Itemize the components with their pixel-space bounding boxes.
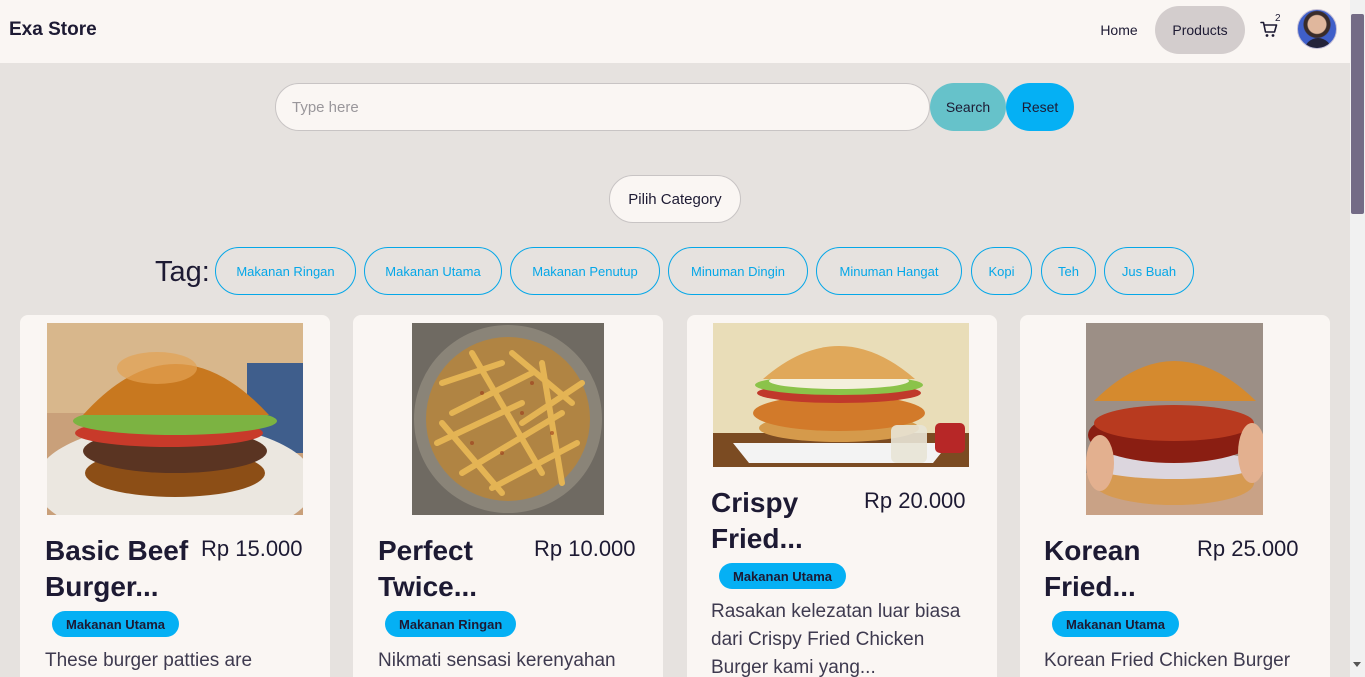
category-select-button[interactable]: Pilih Category [609, 175, 741, 223]
product-category-badge: Makanan Utama [719, 563, 846, 589]
product-description: Korean Fried Chicken Burger [1044, 650, 1291, 671]
cart-button[interactable]: 2 [1257, 13, 1285, 42]
tag-minuman-dingin[interactable]: Minuman Dingin [668, 247, 808, 295]
product-title[interactable]: Perfect Twice... [378, 533, 528, 605]
nav-home-link[interactable]: Home [1084, 6, 1154, 54]
product-card[interactable]: Perfect Twice... Rp 10.000 Makanan Ringa… [353, 315, 663, 677]
tag-label: Tag: [155, 256, 210, 288]
page-scrollbar[interactable] [1350, 0, 1365, 677]
nav-products-link[interactable]: Products [1155, 6, 1245, 54]
chicken-burger-image [713, 323, 969, 467]
avatar[interactable] [1297, 9, 1337, 49]
product-category-badge: Makanan Utama [52, 611, 179, 637]
tag-kopi[interactable]: Kopi [971, 247, 1032, 295]
product-category-badge: Makanan Utama [1052, 611, 1179, 637]
brand-logo[interactable]: Exa Store [9, 19, 97, 41]
scroll-down-arrow-icon[interactable] [1353, 662, 1361, 667]
product-title[interactable]: Korean Fried... [1044, 533, 1194, 605]
scrollbar-thumb[interactable] [1351, 14, 1364, 214]
product-description: These burger patties are [45, 650, 253, 671]
search-button[interactable]: Search [930, 83, 1006, 131]
product-category-badge: Makanan Ringan [385, 611, 517, 637]
product-price: Rp 20.000 [864, 488, 966, 513]
tag-makanan-penutup[interactable]: Makanan Penutup [510, 247, 660, 295]
tag-teh[interactable]: Teh [1041, 247, 1096, 295]
korean-burger-image [1086, 323, 1263, 515]
cart-count-badge: 2 [1275, 13, 1281, 24]
product-price: Rp 25.000 [1197, 536, 1299, 561]
tag-makanan-utama[interactable]: Makanan Utama [364, 247, 502, 295]
fries-image [412, 323, 604, 515]
product-title[interactable]: Crispy Fried... [711, 485, 861, 557]
product-description: Rasakan kelezatan luar biasa dari Crispy… [711, 601, 961, 677]
navbar: Exa Store Home Products 2 [0, 0, 1350, 63]
product-card[interactable]: Crispy Fried... Rp 20.000 Makanan Utama … [687, 315, 997, 677]
product-price: Rp 10.000 [534, 536, 636, 561]
reset-button[interactable]: Reset [1006, 83, 1074, 131]
tag-makanan-ringan[interactable]: Makanan Ringan [215, 247, 356, 295]
tag-jus-buah[interactable]: Jus Buah [1104, 247, 1194, 295]
product-card[interactable]: Basic Beef Burger... Rp 15.000 Makanan U… [20, 315, 330, 677]
product-card[interactable]: Korean Fried... Rp 25.000 Makanan Utama … [1020, 315, 1330, 677]
product-price: Rp 15.000 [201, 536, 303, 561]
burger-image [47, 323, 303, 515]
search-input[interactable] [275, 83, 930, 131]
product-title[interactable]: Basic Beef Burger... [45, 533, 195, 605]
product-description: Nikmati sensasi kerenyahan [378, 650, 616, 671]
tag-minuman-hangat[interactable]: Minuman Hangat [816, 247, 962, 295]
